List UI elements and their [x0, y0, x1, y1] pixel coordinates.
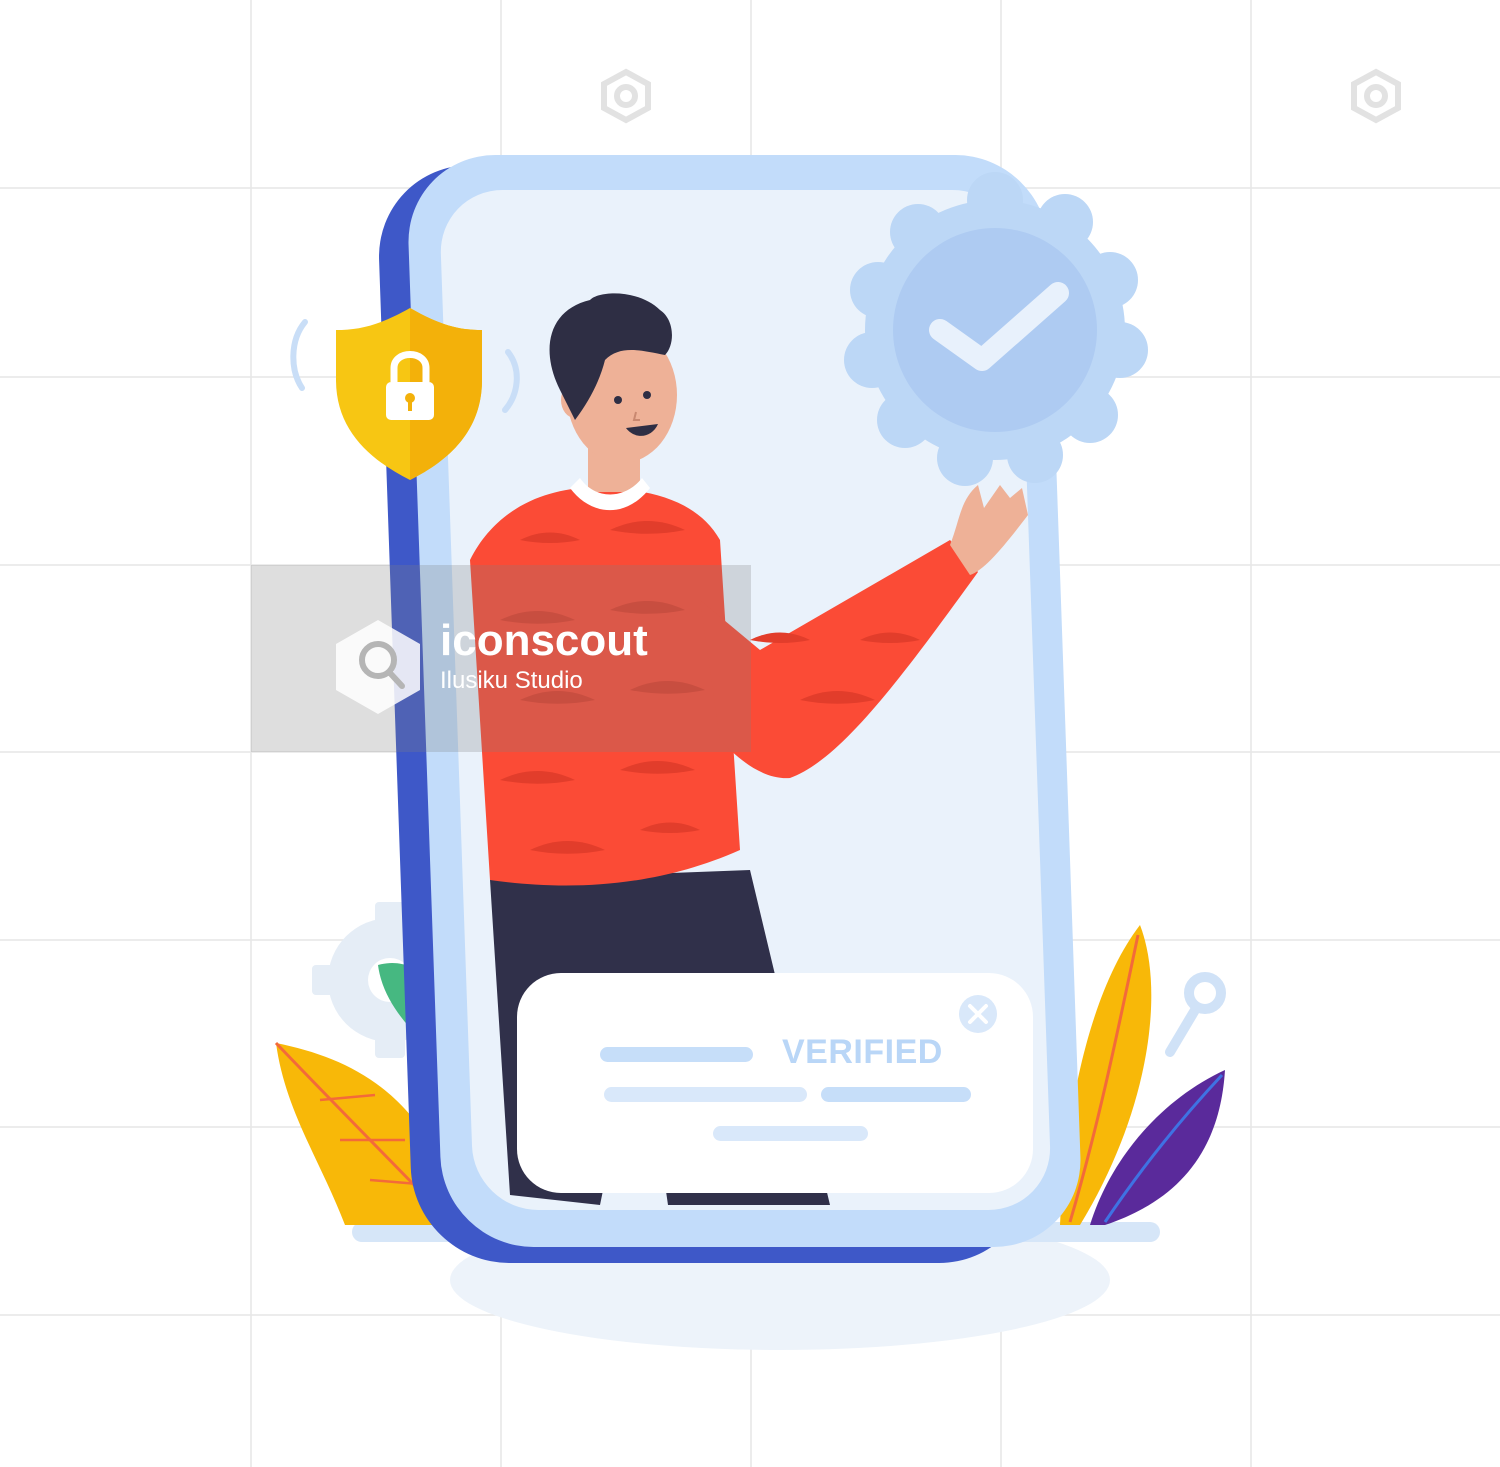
watermark-studio: Ilusiku Studio [440, 667, 583, 694]
watermark: iconscout Ilusiku Studio [251, 565, 751, 752]
placeholder-line-2 [604, 1087, 807, 1102]
key-icon [1165, 972, 1226, 1057]
placeholder-line-3 [821, 1087, 971, 1102]
watermark-brand: iconscout [440, 616, 648, 665]
verified-notification: VERIFIED [517, 973, 1033, 1193]
verified-status-label: VERIFIED [782, 1033, 943, 1071]
illustration: VERIFIED iconscout Ilusiku Studio [0, 0, 1500, 1467]
right-leaves [1060, 925, 1225, 1225]
placeholder-line-1 [600, 1047, 753, 1062]
placeholder-line-4 [713, 1126, 868, 1141]
close-icon[interactable] [959, 995, 997, 1033]
